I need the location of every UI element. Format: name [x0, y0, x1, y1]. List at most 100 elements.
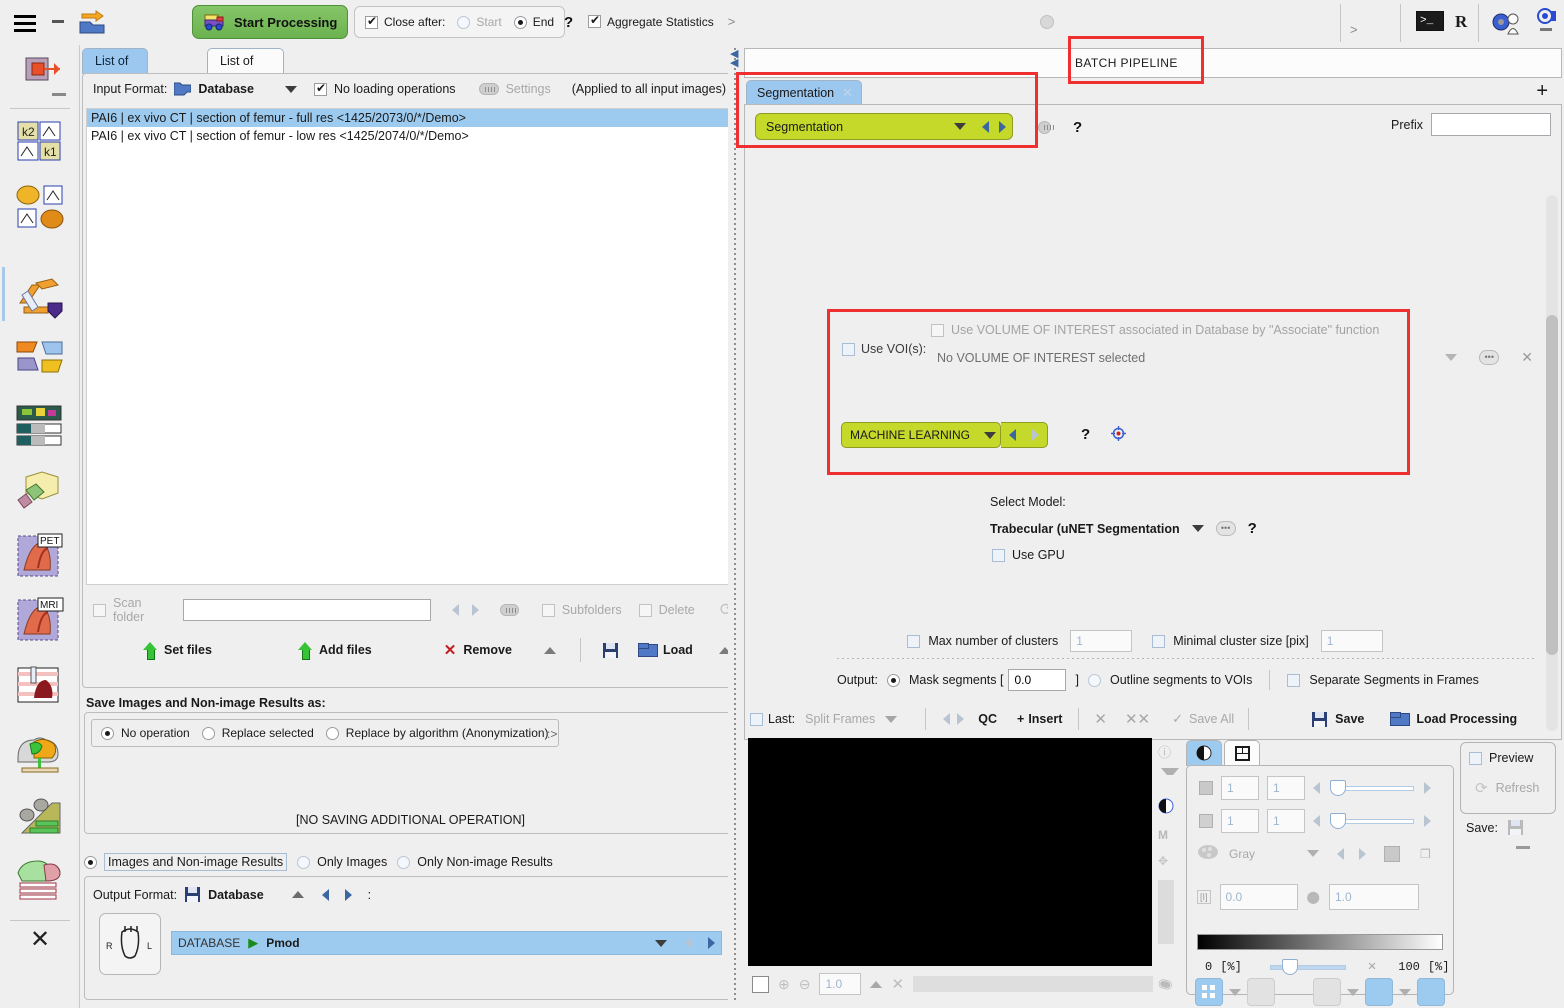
save-icon[interactable]: [1312, 711, 1328, 727]
annotate-dropdown-icon[interactable]: [1399, 988, 1411, 996]
frame-next-icon[interactable]: [1424, 815, 1431, 827]
save-expand-icon[interactable]: :>: [547, 727, 557, 741]
model-options-icon[interactable]: •••: [1215, 521, 1236, 536]
output-format-up-icon[interactable]: [291, 891, 304, 898]
scan-folder-input[interactable]: [183, 599, 432, 621]
open-folder-icon[interactable]: [78, 8, 108, 36]
database-prev-icon[interactable]: [685, 937, 692, 949]
refresh-row[interactable]: ⟳ Refresh: [1475, 779, 1539, 797]
close-after-checkbox[interactable]: [365, 14, 378, 29]
output-format-prev-icon[interactable]: [321, 888, 329, 901]
only-images-radio[interactable]: [297, 855, 311, 869]
add-files-button[interactable]: Add files: [297, 642, 372, 660]
threshold-lock-icon[interactable]: ⬤: [1307, 890, 1320, 904]
contrast-icon[interactable]: [1158, 798, 1176, 816]
frame-slider[interactable]: [1328, 813, 1416, 829]
operation-help-icon[interactable]: ?: [1073, 119, 1082, 136]
rail-item-database[interactable]: [14, 857, 66, 909]
zoom-out-icon[interactable]: ⊖: [799, 976, 811, 993]
close-after-start-radio[interactable]: [457, 15, 471, 29]
max-clusters-checkbox[interactable]: [907, 634, 921, 648]
slice-slider[interactable]: [1328, 780, 1416, 796]
right-scrollbar[interactable]: [1546, 195, 1558, 731]
toolbar-chevron-icon[interactable]: >: [1350, 22, 1358, 37]
close-tab-icon[interactable]: ✕: [842, 81, 853, 105]
min-cluster-input[interactable]: [1320, 630, 1383, 652]
percent-reset-icon[interactable]: ✕: [1368, 958, 1376, 975]
model-value[interactable]: Trabecular (uNET Segmentation: [990, 522, 1180, 536]
rail-item-pet-cardiac[interactable]: PET: [14, 532, 66, 584]
zoom-in-icon[interactable]: ⊕: [778, 976, 790, 993]
outline-segments-radio[interactable]: [1087, 673, 1101, 687]
prefix-input[interactable]: [1431, 113, 1551, 136]
slice-prev-icon[interactable]: [1313, 782, 1320, 794]
rail-item-3d[interactable]: [14, 466, 66, 518]
overlay-button[interactable]: [1247, 978, 1275, 1006]
rail-collapse-icon[interactable]: [52, 93, 66, 96]
scan-next-icon[interactable]: [472, 604, 480, 616]
zoom-up-icon[interactable]: [870, 980, 883, 988]
max-value-input[interactable]: [1328, 884, 1419, 910]
viewer-settings-icon[interactable]: ◉: [1162, 977, 1172, 991]
frame-prev-icon[interactable]: [1313, 815, 1320, 827]
operation-selector[interactable]: Segmentation: [755, 113, 1013, 140]
start-processing-button[interactable]: Start Processing: [192, 5, 348, 39]
load-processing-button[interactable]: Load Processing: [1416, 712, 1517, 726]
scan-folder-checkbox[interactable]: [93, 603, 106, 617]
save-button[interactable]: Save: [1335, 712, 1364, 726]
colortable-copy-icon[interactable]: ❐: [1420, 847, 1431, 861]
max-clusters-input[interactable]: [1070, 630, 1133, 652]
study-list[interactable]: PAI6 | ex vivo CT | section of femur - f…: [86, 108, 732, 585]
save-right-icon[interactable]: [1507, 820, 1523, 835]
colortable-prev-icon[interactable]: [1337, 847, 1344, 860]
compass-icon[interactable]: ✥: [1158, 854, 1176, 872]
ml-help-icon[interactable]: ?: [1081, 426, 1090, 443]
preview-checkbox[interactable]: [1469, 751, 1482, 765]
next-icon[interactable]: [957, 713, 965, 725]
model-help-icon[interactable]: ?: [1248, 520, 1257, 537]
tab-list-of-input-studies[interactable]: List of Input studies: [82, 48, 148, 118]
info-icon[interactable]: ⓘ: [1158, 742, 1176, 760]
replace-selected-radio[interactable]: [201, 726, 215, 740]
multi-view-button[interactable]: [1195, 978, 1223, 1006]
settings-toggle-icon[interactable]: [478, 83, 499, 95]
tab-layout[interactable]: [1224, 740, 1260, 766]
rail-item-mri-cardiac[interactable]: MRI: [14, 596, 66, 648]
viewer-scrollbar[interactable]: [913, 976, 1154, 992]
insert-button[interactable]: Insert: [1028, 712, 1062, 726]
rail-item-quantification[interactable]: [14, 793, 66, 845]
splitter-arrows-icon[interactable]: ◀ ◀: [730, 49, 738, 69]
no-loading-operations-checkbox[interactable]: [313, 81, 327, 96]
use-gpu-checkbox[interactable]: [992, 548, 1005, 562]
prev-icon[interactable]: [943, 713, 951, 725]
mask-segments-radio[interactable]: [887, 673, 900, 687]
strip-dropdown-icon[interactable]: [1161, 768, 1179, 786]
colortable-dropdown-icon[interactable]: [1307, 850, 1319, 857]
delete-checkbox[interactable]: [638, 603, 652, 617]
remove-button[interactable]: ✕ Remove: [444, 641, 512, 659]
grid-button[interactable]: [1313, 978, 1341, 1006]
aggregate-statistics-checkbox[interactable]: [588, 13, 601, 28]
annotate-button[interactable]: [1365, 978, 1393, 1006]
voi-selection-row[interactable]: No VOLUME OF INTEREST selected ••• ✕: [937, 349, 1533, 366]
terminal-icon[interactable]: >_: [1416, 11, 1444, 31]
rail-item-kinetic-modeling[interactable]: k2 k1: [14, 118, 66, 170]
multi-view-dropdown-icon[interactable]: [1229, 988, 1241, 996]
strip-slider[interactable]: [1158, 880, 1174, 944]
add-tab-button[interactable]: +: [1536, 81, 1548, 101]
camera-icon[interactable]: [1536, 6, 1558, 26]
operation-dropdown-icon[interactable]: [954, 123, 966, 130]
last-checkbox[interactable]: [750, 712, 763, 726]
rail-item-pipeline[interactable]: [14, 273, 66, 325]
use-voi-checkbox[interactable]: [842, 342, 855, 356]
scan-prev-icon[interactable]: [452, 604, 460, 616]
rail-item-view[interactable]: [14, 338, 66, 390]
save-files-icon[interactable]: [602, 642, 618, 658]
close-one-icon[interactable]: ✕: [1094, 710, 1107, 728]
tab-segmentation[interactable]: Segmentation ✕: [746, 80, 863, 105]
colortable-edit-icon[interactable]: [1384, 845, 1400, 862]
load-button[interactable]: Load: [637, 643, 693, 657]
r-console-icon[interactable]: R: [1455, 12, 1467, 32]
image-viewer[interactable]: [748, 738, 1152, 966]
mask-segments-input[interactable]: [1008, 669, 1067, 691]
